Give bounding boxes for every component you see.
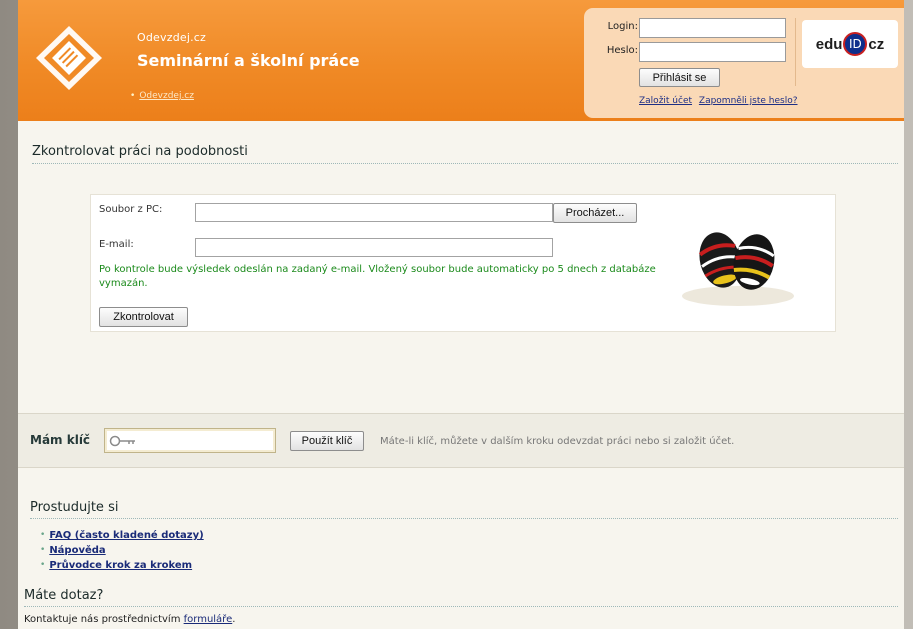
login-button[interactable]: Přihlásit se [639,68,720,87]
password-input[interactable] [639,42,786,62]
contact-suffix: . [232,614,236,625]
register-link[interactable]: Založit účet [639,96,692,106]
page: Odevzdej.cz Seminární a školní práce • Od… [18,0,904,629]
faq-link[interactable]: FAQ (často kladené dotazy) [49,528,203,543]
check-heading-divider [32,163,898,164]
study-links: • FAQ (často kladené dotazy) • Nápověda • P… [40,528,204,573]
use-key-button[interactable]: Použít klíč [290,431,364,451]
breadcrumb: • Odevzdej.cz [130,91,194,101]
bullet-icon: • [40,545,46,555]
bullet-icon: • [40,560,46,570]
eduid-logo-right: cz [868,35,885,53]
site-name: Odevzdej.cz [137,31,207,44]
contact-form-link[interactable]: formuláře [184,614,233,625]
check-heading: Zkontrolovat práci na podobnosti [32,144,248,159]
upload-notice: Po kontrole bude výsledek odeslán na zad… [99,264,656,289]
list-item: • FAQ (často kladené dotazy) [40,528,204,543]
help-link[interactable]: Nápověda [49,543,105,558]
site-header: Odevzdej.cz Seminární a školní práce • Od… [18,0,904,121]
forgot-password-link[interactable]: Zapomněli jste heslo? [699,96,798,106]
login-panel: Login: Heslo: Přihlásit se Založit účet … [584,8,904,118]
document-logo-icon[interactable] [32,22,106,94]
file-input[interactable] [195,203,553,222]
check-button[interactable]: Zkontrolovat [99,307,188,327]
mascot-eggs-icon [682,232,794,306]
login-links: Založit účet Zapomněli jste heslo? [639,96,802,106]
email-label: E-mail: [99,239,134,250]
guide-link[interactable]: Průvodce krok za krokem [49,558,192,573]
site-title: Seminární a školní práce [137,51,360,70]
login-label: Login: [607,21,638,32]
key-band: Mám klíč Použít klíč Máte-li klíč, můžet… [18,413,904,468]
list-item: • Nápověda [40,543,204,558]
key-input[interactable] [104,428,276,453]
study-heading-divider [30,518,898,519]
eduid-logo-mid: ID [843,32,868,56]
question-heading: Máte dotaz? [24,588,104,603]
eduid-logo[interactable]: edu ID cz [802,20,898,68]
bullet-icon: • [40,530,46,540]
file-label: Soubor z PC: [99,204,163,215]
bullet-icon: • [130,91,136,101]
list-item: • Průvodce krok za krokem [40,558,204,573]
key-icon [109,435,135,447]
eduid-logo-left: edu [815,35,843,53]
study-heading: Prostudujte si [30,500,119,515]
question-heading-divider [24,606,898,607]
login-divider [795,18,796,86]
login-input[interactable] [639,18,786,38]
key-label: Mám klíč [30,433,91,447]
browse-button[interactable]: Procházet... [553,203,637,223]
key-hint: Máte-li klíč, můžete v dalším kroku odev… [380,436,735,447]
password-label: Heslo: [606,45,638,56]
email-input[interactable] [195,238,553,257]
contact-text: Kontaktuje nás prostřednictvím formuláře… [24,614,235,625]
breadcrumb-home-link[interactable]: Odevzdej.cz [139,91,194,101]
contact-lead: Kontaktuje nás prostřednictvím [24,614,181,625]
